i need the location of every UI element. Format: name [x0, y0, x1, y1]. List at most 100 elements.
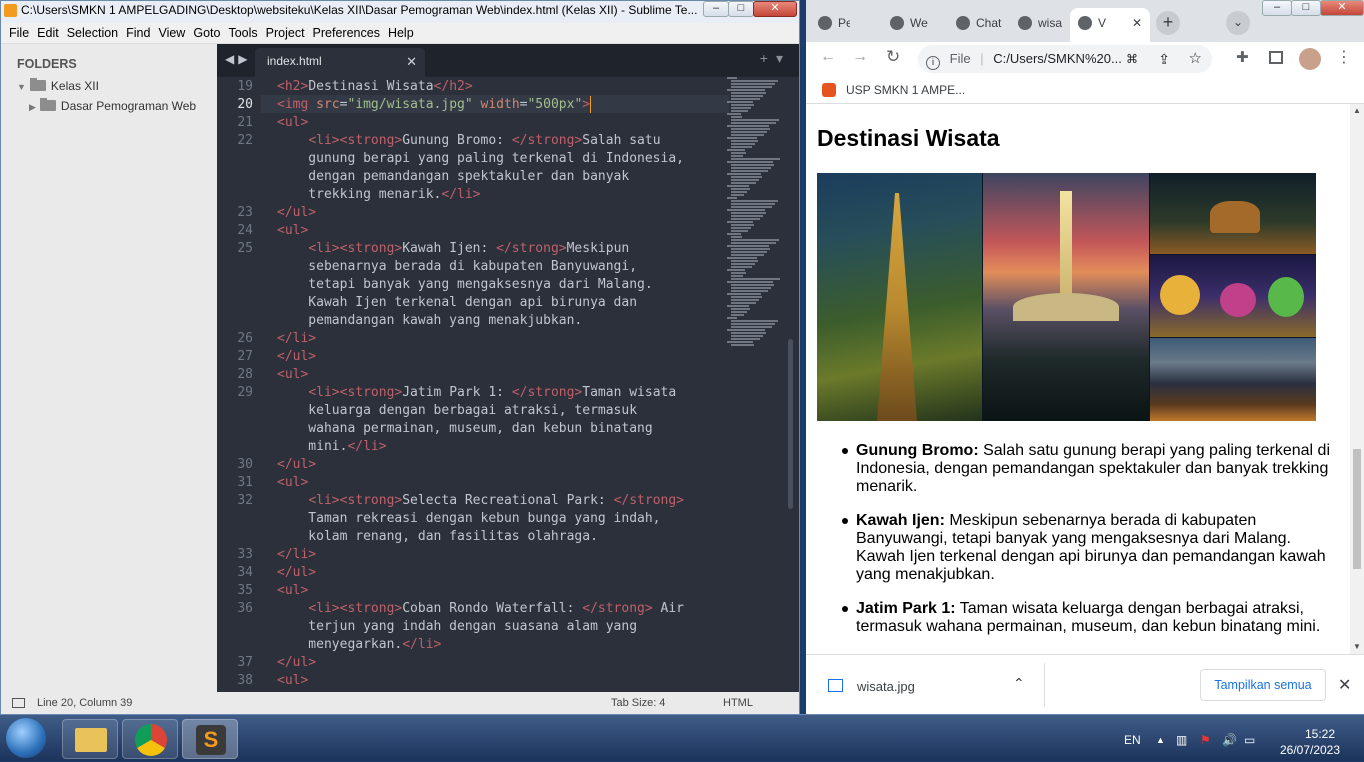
close-button[interactable]: ✕	[753, 1, 797, 17]
power-icon[interactable]: ▭	[1244, 733, 1255, 747]
maximize-button[interactable]: □	[728, 1, 754, 17]
code-area[interactable]: <h2>Destinasi Wisata</h2> <img src="img/w…	[277, 77, 737, 692]
tree-item-root[interactable]: ▼ Kelas XII	[17, 78, 99, 93]
code-line[interactable]: </ul>	[277, 204, 316, 222]
code-line[interactable]: </li>	[277, 546, 316, 564]
syntax-mode[interactable]: HTML	[723, 692, 753, 714]
chrome-maximize-button[interactable]: □	[1291, 0, 1321, 16]
code-line[interactable]: </ul>	[277, 564, 316, 582]
tab-close-icon[interactable]: ✕	[406, 48, 417, 75]
code-line[interactable]: wahana permainan, museum, dan kebun bina…	[277, 420, 652, 438]
code-line[interactable]: sebenarnya berada di kabupaten Banyuwang…	[277, 258, 637, 276]
code-line[interactable]: </li>	[277, 330, 316, 348]
info-icon[interactable]: i	[926, 56, 940, 70]
code-line[interactable]: tetapi banyak yang mengaksesnya dari Mal…	[277, 276, 652, 294]
new-tab-button[interactable]: +	[1156, 11, 1180, 35]
code-line[interactable]: <ul>	[277, 114, 308, 132]
action-center-icon[interactable]: ⚑	[1200, 733, 1211, 747]
code-line[interactable]: <li><strong>Gunung Bromo: </strong>Salah…	[277, 132, 660, 150]
tab-close-icon[interactable]: ✕	[1132, 8, 1142, 38]
menu-item-selection[interactable]: Selection	[63, 26, 122, 40]
scroll-down-icon[interactable]: ▼	[1353, 642, 1361, 651]
menu-item-preferences[interactable]: Preferences	[309, 26, 384, 40]
minimap[interactable]	[727, 77, 783, 346]
reload-icon[interactable]: ↻	[886, 47, 900, 67]
chrome-tab-4[interactable]: wisa	[1010, 8, 1066, 42]
start-button[interactable]	[6, 718, 46, 758]
clock-time[interactable]: 15:22	[1296, 727, 1344, 741]
show-all-downloads-button[interactable]: Tampilkan semua	[1200, 669, 1326, 701]
close-download-bar-icon[interactable]: ✕	[1338, 675, 1351, 695]
show-hidden-icons-icon[interactable]: ▲	[1156, 735, 1165, 745]
code-line[interactable]: menyegarkan.</li>	[277, 636, 441, 654]
download-filename[interactable]: wisata.jpg	[857, 679, 915, 694]
page-scrollbar[interactable]: ▲ ▼	[1350, 104, 1364, 654]
code-line[interactable]: kolam renang, dan fasilitas olahraga.	[277, 528, 598, 546]
code-line[interactable]: <ul>	[277, 672, 308, 690]
code-line[interactable]: dengan pemandangan spektakuler dan banya…	[277, 168, 629, 186]
menu-item-goto[interactable]: Goto	[189, 26, 224, 40]
code-line[interactable]: <li><strong>Jatim Park 1: </strong>Taman…	[277, 384, 676, 402]
code-line[interactable]: mini.</li>	[277, 438, 386, 456]
bookmark-item[interactable]: USP SMKN 1 AMPE...	[846, 76, 965, 104]
code-line[interactable]: <ul>	[277, 582, 308, 600]
editor-scroll-thumb[interactable]	[788, 339, 793, 509]
menu-item-help[interactable]: Help	[384, 26, 418, 40]
profile-avatar[interactable]	[1299, 48, 1321, 70]
translate-icon[interactable]: ⌘	[1126, 45, 1138, 73]
tree-item-child[interactable]: ▶ Dasar Pemograman Web	[29, 98, 196, 113]
menu-item-edit[interactable]: Edit	[33, 26, 63, 40]
code-line[interactable]: Kawah Ijen terkenal dengan api birunya d…	[277, 294, 637, 312]
volume-icon[interactable]: 🔊	[1222, 733, 1237, 747]
code-line[interactable]: </ul>	[277, 654, 316, 672]
code-line[interactable]: keluarga dengan berbagai atraksi, termas…	[277, 402, 637, 420]
forward-icon[interactable]: →	[852, 48, 868, 66]
back-icon[interactable]: ←	[820, 48, 836, 66]
bookmark-star-icon[interactable]: ☆	[1189, 45, 1202, 73]
code-line[interactable]: <img src="img/wisata.jpg" width="500px">	[277, 96, 590, 114]
chrome-tab-1[interactable]: Pers	[810, 8, 850, 42]
page-scroll-thumb[interactable]	[1353, 449, 1361, 569]
taskbar-explorer[interactable]	[62, 719, 118, 759]
code-line[interactable]: gunung berapi yang paling terkenal di In…	[277, 150, 684, 168]
menu-item-file[interactable]: File	[5, 26, 33, 40]
tab-nav-arrows-icon[interactable]: ◀▶	[225, 52, 251, 66]
menu-item-tools[interactable]: Tools	[224, 26, 261, 40]
panel-toggle-icon[interactable]	[12, 698, 25, 708]
code-line[interactable]: trekking menarik.</li>	[277, 186, 480, 204]
menu-item-view[interactable]: View	[154, 26, 189, 40]
extensions-icon[interactable]: ✚	[1236, 48, 1249, 66]
side-panel-icon[interactable]	[1269, 51, 1283, 64]
code-line[interactable]: terjun yang indah dengan suasana alam ya…	[277, 618, 637, 636]
menu-item-project[interactable]: Project	[262, 26, 309, 40]
clock-date[interactable]: 26/07/2023	[1276, 743, 1344, 757]
code-line[interactable]: <ul>	[277, 222, 308, 240]
tab-index-html[interactable]: index.html ✕	[255, 48, 425, 77]
new-tab-dropdown-icon[interactable]: +▾	[760, 50, 791, 67]
code-line[interactable]: <ul>	[277, 366, 308, 384]
address-bar[interactable]: i File | C:/Users/SMKN%20... ⌘ ⇪ ☆	[918, 45, 1212, 73]
code-line[interactable]: Taman rekreasi dengan kebun bunga yang i…	[277, 510, 660, 528]
tab-search-chevron-icon[interactable]: ⌄	[1226, 11, 1250, 35]
share-icon[interactable]: ⇪	[1158, 45, 1170, 73]
chrome-tab-3[interactable]: Chat	[948, 8, 1004, 42]
code-line[interactable]: <li><strong>Selecta Recreational Park: <…	[277, 492, 684, 510]
scroll-up-icon[interactable]: ▲	[1353, 106, 1361, 115]
menu-item-find[interactable]: Find	[122, 26, 154, 40]
taskbar-chrome[interactable]	[122, 719, 178, 759]
download-options-chevron-icon[interactable]: ⌃	[1013, 675, 1025, 692]
code-line[interactable]: <ul>	[277, 474, 308, 492]
chrome-tab-5[interactable]: V ✕	[1070, 8, 1150, 42]
menu-kebab-icon[interactable]: ⋮	[1336, 47, 1352, 67]
chrome-tab-2[interactable]: Web	[882, 8, 928, 42]
network-icon[interactable]: ▥	[1176, 733, 1187, 747]
code-line[interactable]: </ul>	[277, 456, 316, 474]
chrome-minimize-button[interactable]: –	[1262, 0, 1292, 16]
taskbar-sublime[interactable]: S	[182, 719, 238, 759]
editor-scrollbar[interactable]	[785, 77, 795, 692]
code-line[interactable]: <li><strong>Kawah Ijen: </strong>Meskipu…	[277, 240, 629, 258]
code-line[interactable]: <li><strong>Coban Rondo Waterfall: </str…	[277, 600, 684, 618]
minimize-button[interactable]: –	[703, 1, 729, 17]
tab-size[interactable]: Tab Size: 4	[611, 692, 665, 714]
code-line[interactable]: pemandangan kawah yang menakjubkan.	[277, 312, 582, 330]
